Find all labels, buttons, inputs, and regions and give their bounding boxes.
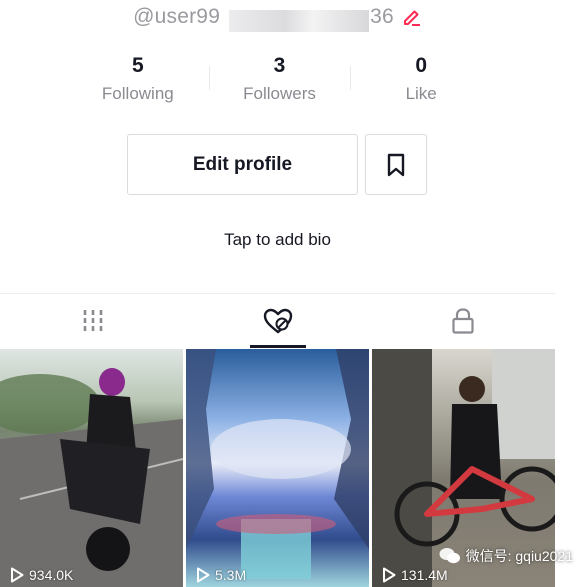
play-icon: [197, 567, 210, 583]
favorites-button[interactable]: [365, 134, 427, 195]
grid-icon: [83, 310, 102, 332]
stats-bar: 5 Following 3 Followers 0 Like: [67, 52, 492, 104]
following-count: 5: [131, 54, 144, 77]
edit-icon[interactable]: [402, 7, 422, 27]
play-icon: [383, 567, 396, 583]
bio-placeholder[interactable]: Tap to add bio: [0, 230, 555, 250]
watermark-text: 微信号: gqiu2021: [465, 548, 573, 564]
tab-private[interactable]: [370, 294, 555, 348]
stat-followers[interactable]: 3 Followers: [208, 52, 351, 104]
video-thumbnail-image: [186, 349, 369, 579]
following-label: Following: [101, 84, 174, 103]
followers-count: 3: [273, 54, 286, 77]
likes-label: Like: [405, 84, 437, 103]
stat-following[interactable]: 5 Following: [67, 52, 209, 104]
wechat-icon: [439, 548, 460, 564]
profile-tabs: [0, 293, 555, 348]
tab-liked[interactable]: [185, 294, 370, 348]
stat-likes[interactable]: 0 Like: [350, 52, 492, 104]
followers-label: Followers: [243, 84, 316, 103]
edit-profile-button[interactable]: Edit profile: [127, 134, 358, 195]
liked-heart-icon: [263, 308, 292, 334]
bookmark-icon: [387, 153, 405, 176]
play-icon: [11, 567, 24, 583]
profile-actions: Edit profile: [127, 134, 427, 195]
username: @user99 36: [133, 5, 394, 32]
view-count-text: 5.3M: [215, 567, 247, 583]
video-thumbnail-image: [0, 368, 183, 587]
username-blur: [229, 10, 370, 32]
view-count-text: 131.4M: [401, 567, 448, 583]
username-text: @user99: [133, 5, 221, 28]
video-thumbnail[interactable]: 5.3M: [186, 349, 369, 587]
wechat-watermark: 微信号: gqiu2021: [439, 546, 573, 566]
likes-count: 0: [415, 54, 428, 77]
view-count: 5.3M: [196, 567, 246, 583]
view-count: 934.0K: [10, 567, 73, 583]
view-count-text: 934.0K: [29, 567, 74, 583]
lock-icon: [451, 308, 474, 334]
video-thumbnail[interactable]: 934.0K: [0, 349, 183, 587]
view-count: 131.4M: [382, 567, 448, 583]
username-suffix: 36: [370, 5, 394, 28]
tab-videos[interactable]: [0, 294, 185, 348]
username-row: @user99 36: [0, 0, 555, 34]
